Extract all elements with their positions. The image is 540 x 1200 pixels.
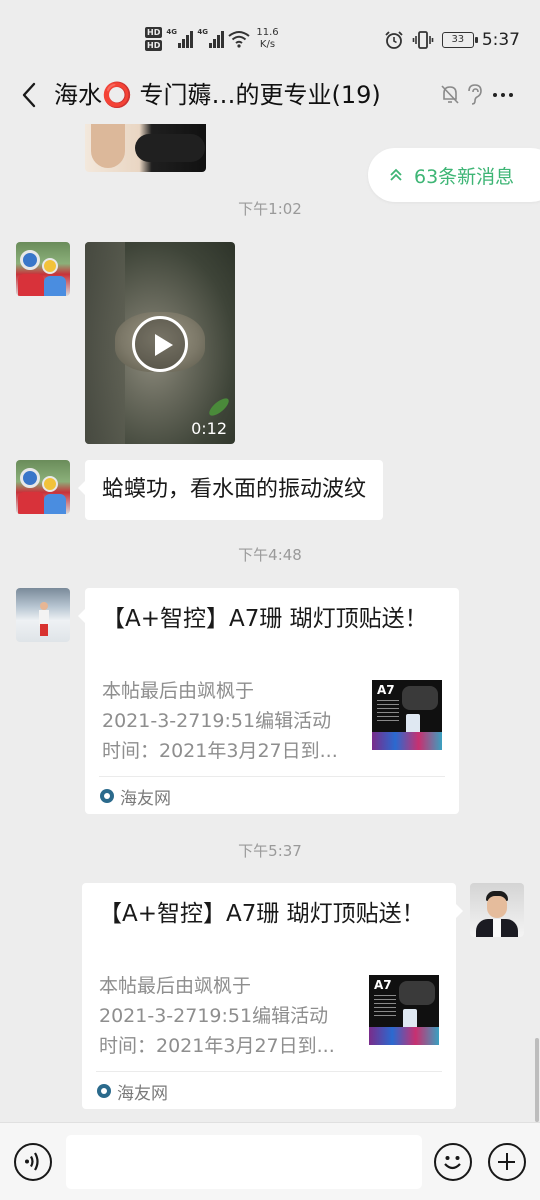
message-timestamp: 下午1:02	[238, 200, 302, 218]
voice-button[interactable]	[14, 1143, 52, 1181]
card-description: 本帖最后由飒枫于 2021-3-2719:51编辑活动 时间：2021年3月27…	[99, 971, 355, 1061]
more-dot-icon	[509, 93, 513, 97]
new-messages-label: 63条新消息	[414, 165, 515, 188]
source-logo-icon	[97, 1084, 111, 1098]
avatar[interactable]	[16, 460, 70, 514]
input-bar	[0, 1122, 540, 1200]
vibrate-icon	[412, 31, 434, 49]
status-right-indicators: 33 5:37	[384, 28, 520, 52]
link-card-message[interactable]: 【A+智控】A7珊 瑚灯顶贴送！ 本帖最后由飒枫于 2021-3-2719:51…	[82, 883, 463, 1109]
wifi-icon	[228, 31, 250, 48]
voice-icon	[25, 1152, 39, 1171]
avatar-self[interactable]	[470, 883, 524, 937]
card-title: 【A+智控】A7珊 瑚灯顶贴送！	[102, 606, 428, 632]
status-left-indicators: HD HD 4G 4G 11.6 K/s	[145, 22, 279, 56]
source-logo-icon	[100, 789, 114, 803]
chat-header: 海水⭕ 专门薅…的更专业(19)	[0, 72, 540, 118]
plus-button[interactable]	[488, 1143, 526, 1181]
smiley-icon	[444, 1156, 461, 1170]
signal-icon-2: 4G	[197, 28, 225, 48]
message-timestamp: 下午4:48	[238, 546, 302, 564]
card-source-name: 海友网	[117, 1083, 168, 1104]
link-card-message[interactable]: 【A+智控】A7珊 瑚灯顶贴送！ 本帖最后由飒枫于 2021-3-2719:51…	[78, 588, 459, 814]
card-description-line: 时间：2021年3月27日到...	[99, 1035, 335, 1057]
emoji-button[interactable]	[434, 1143, 472, 1181]
more-button[interactable]	[488, 80, 518, 110]
card-source: 海友网	[100, 784, 171, 809]
partial-image-message[interactable]	[85, 124, 206, 172]
card-thumbnail: A7	[369, 975, 439, 1045]
text-message[interactable]: 蛤蟆功，看水面的振动波纹	[77, 460, 384, 520]
card-description-line: 时间：2021年3月27日到...	[102, 740, 338, 762]
back-button[interactable]	[12, 78, 46, 112]
card-description-line: 2021-3-2719:51编辑活动	[99, 1005, 329, 1027]
battery-icon: 33	[441, 32, 478, 48]
card-source-name: 海友网	[120, 788, 171, 809]
card-thumbnail: A7	[372, 680, 442, 750]
video-message[interactable]: 0:12	[85, 242, 235, 444]
ear-icon	[468, 84, 482, 105]
thumbnail-label: A7	[374, 978, 392, 992]
hd-badge-bottom: HD	[145, 40, 163, 51]
card-source: 海友网	[97, 1079, 168, 1104]
chat-title: 海水⭕ 专门薅…的更专业(19)	[54, 81, 381, 109]
double-chevron-up-icon	[390, 168, 402, 181]
hd-indicators: HD HD	[145, 27, 163, 51]
avatar[interactable]	[16, 588, 70, 642]
scrollbar[interactable]	[535, 1038, 539, 1122]
message-timestamp: 下午5:37	[238, 842, 302, 860]
network-type-2: 4G	[197, 28, 208, 36]
chevron-left-icon	[22, 82, 36, 108]
card-divider	[96, 1071, 442, 1072]
new-messages-button[interactable]: 63条新消息	[368, 148, 540, 202]
mute-bell-icon	[441, 85, 459, 104]
card-divider	[99, 776, 445, 777]
more-dot-icon	[493, 93, 497, 97]
status-bar: HD HD 4G 4G 11.6 K/s 33 5:37	[0, 0, 540, 72]
alarm-icon	[385, 31, 403, 49]
hd-badge-top: HD	[145, 27, 163, 38]
more-dot-icon	[501, 93, 505, 97]
thumbnail-label: A7	[377, 683, 395, 697]
status-time: 5:37	[481, 30, 520, 50]
speed-unit: K/s	[259, 39, 276, 50]
video-duration: 0:12	[191, 419, 227, 438]
play-icon	[155, 334, 173, 356]
chat-messages[interactable]: 63条新消息 下午1:02 0:12 蛤蟆功，看水面的振动波纹 下午4:48 【…	[0, 118, 540, 1122]
network-type-1: 4G	[166, 28, 177, 36]
card-description-line: 2021-3-2719:51编辑活动	[102, 710, 332, 732]
signal-icon-1: 4G	[166, 28, 194, 48]
card-title: 【A+智控】A7珊 瑚灯顶贴送！	[99, 901, 425, 927]
play-button[interactable]	[132, 316, 188, 372]
card-description-line: 本帖最后由飒枫于	[99, 975, 252, 997]
speed-value: 11.6	[256, 27, 279, 38]
card-description: 本帖最后由飒枫于 2021-3-2719:51编辑活动 时间：2021年3月27…	[102, 676, 358, 766]
card-description-line: 本帖最后由飒枫于	[102, 680, 255, 702]
network-speed: 11.6 K/s	[256, 27, 278, 51]
message-input[interactable]	[66, 1135, 422, 1189]
avatar[interactable]	[16, 242, 70, 296]
